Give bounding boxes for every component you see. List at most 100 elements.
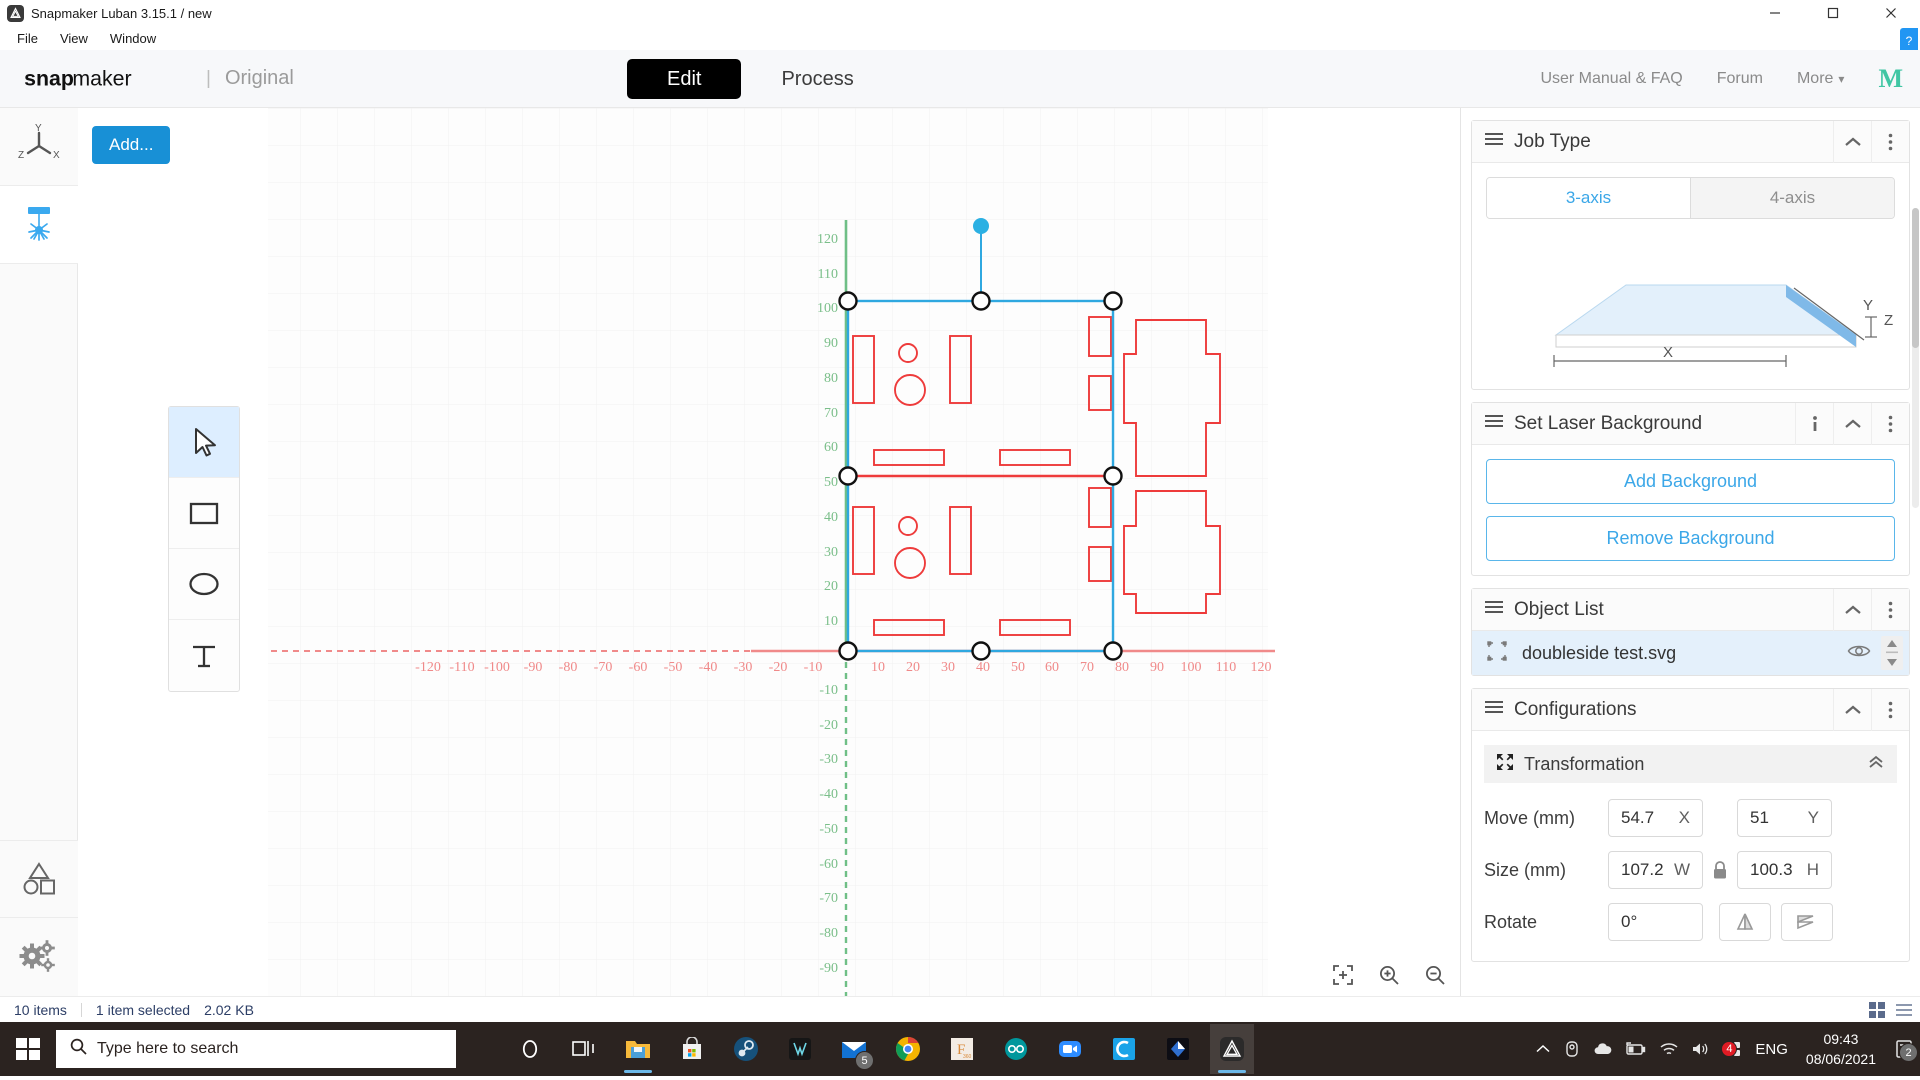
svg-text:-30: -30 xyxy=(819,752,838,767)
zoom-in-icon[interactable] xyxy=(1376,962,1402,988)
fit-to-screen-icon[interactable] xyxy=(1330,962,1356,988)
microsoft-store-icon[interactable] xyxy=(670,1024,714,1074)
size-h-input[interactable]: 100.3 H xyxy=(1737,851,1832,889)
steam-icon[interactable] xyxy=(724,1024,768,1074)
right-panel: Job Type 3-axis 4-axis Z X Y Set Laser B… xyxy=(1460,108,1920,996)
drag-handle-icon[interactable] xyxy=(1484,413,1504,434)
kebab-menu-icon[interactable] xyxy=(1871,588,1909,631)
drag-handle-icon[interactable] xyxy=(1484,699,1504,720)
link-more[interactable]: More ▾ xyxy=(1797,70,1844,88)
rotate-input[interactable]: 0° xyxy=(1608,903,1703,941)
language-indicator[interactable]: ENG xyxy=(1755,1041,1788,1058)
kebab-menu-icon[interactable] xyxy=(1871,402,1909,445)
job-type-option-3axis[interactable]: 3-axis xyxy=(1487,178,1690,218)
tab-process[interactable]: Process xyxy=(741,59,893,99)
details-view-icon[interactable] xyxy=(1868,1001,1888,1019)
panel-scrollbar[interactable] xyxy=(1912,208,1919,508)
panel-scrollbar-thumb[interactable] xyxy=(1912,208,1919,348)
drag-handle-icon[interactable] xyxy=(1484,131,1504,152)
size-w-value: 107.2 xyxy=(1621,860,1664,879)
ellipse-tool[interactable] xyxy=(169,549,239,620)
add-background-button[interactable]: Add Background xyxy=(1486,459,1895,504)
webcam-icon[interactable] xyxy=(1563,1040,1581,1058)
chevron-up-icon[interactable] xyxy=(1833,688,1871,731)
add-button[interactable]: Add... xyxy=(92,126,171,164)
drag-handle-icon[interactable] xyxy=(1484,599,1504,620)
transformation-subheader[interactable]: Transformation xyxy=(1484,745,1897,783)
tab-edit[interactable]: Edit xyxy=(627,59,742,99)
flip-horizontal-icon[interactable] xyxy=(1719,903,1771,941)
mail-icon[interactable]: 5 xyxy=(832,1024,876,1074)
lock-closed-icon[interactable] xyxy=(1703,860,1737,880)
notification-center-icon[interactable]: 2 xyxy=(1894,1039,1918,1062)
arduino-icon[interactable] xyxy=(994,1024,1038,1074)
job-type-option-4axis[interactable]: 4-axis xyxy=(1690,178,1894,218)
reorder-spinner[interactable] xyxy=(1881,636,1903,670)
cortana-icon[interactable] xyxy=(508,1024,552,1074)
windows-taskbar: Type here to search 5 F 360 4 ENG 09:43 … xyxy=(0,1022,1920,1076)
chevron-up-icon[interactable] xyxy=(1535,1043,1551,1055)
flip-vertical-icon[interactable] xyxy=(1781,903,1833,941)
battery-icon[interactable] xyxy=(1625,1041,1647,1057)
list-item[interactable]: doubleside test.svg xyxy=(1472,631,1909,675)
list-view-icon[interactable] xyxy=(1894,1001,1914,1019)
select-cursor-tool[interactable] xyxy=(169,407,239,478)
fusion360-icon[interactable]: F 360 xyxy=(940,1024,984,1074)
cura-icon[interactable] xyxy=(1102,1024,1146,1074)
kebab-menu-icon[interactable] xyxy=(1871,688,1909,731)
minimize-button[interactable] xyxy=(1746,0,1804,26)
link-forum[interactable]: Forum xyxy=(1717,70,1763,88)
chevron-up-icon[interactable] xyxy=(1833,120,1871,163)
rail-item-3d-axes[interactable]: Y Z X xyxy=(0,108,78,186)
eye-icon[interactable] xyxy=(1847,642,1871,665)
svg-text:snap: snap xyxy=(24,66,74,90)
google-chrome-icon[interactable] xyxy=(886,1024,930,1074)
rail-item-laser[interactable] xyxy=(0,186,78,264)
zoom-icon[interactable] xyxy=(1048,1024,1092,1074)
volume-icon[interactable] xyxy=(1691,1041,1711,1057)
svg-text:60: 60 xyxy=(824,440,838,455)
job-type-header: Job Type xyxy=(1472,120,1909,163)
status-size: 2.02 KB xyxy=(204,1001,254,1018)
kebab-menu-icon[interactable] xyxy=(1871,120,1909,163)
rail-item-settings[interactable] xyxy=(0,918,78,996)
design-canvas[interactable]: -120 -110 -100 -90 -80 -70 -60 -50 -40 -30 -20 -… xyxy=(78,108,1460,996)
task-view-icon[interactable] xyxy=(562,1024,606,1074)
close-button[interactable] xyxy=(1862,0,1920,26)
double-chevron-up-icon[interactable] xyxy=(1867,754,1885,775)
menu-file[interactable]: File xyxy=(8,29,47,48)
move-x-input[interactable]: 54.7 X xyxy=(1608,799,1703,837)
remove-background-button[interactable]: Remove Background xyxy=(1486,516,1895,561)
onedrive-cloud-icon[interactable] xyxy=(1593,1041,1613,1057)
search-placeholder: Type here to search xyxy=(97,1040,239,1057)
chevron-up-icon[interactable] xyxy=(1833,402,1871,445)
snapmaker-luban-icon[interactable] xyxy=(1210,1024,1254,1074)
move-y-input[interactable]: 51 Y xyxy=(1737,799,1832,837)
prusa-slicer-icon[interactable] xyxy=(1156,1024,1200,1074)
canvas-region[interactable]: Add... -120 -110 -100 -90 -80 -70 -60 -5… xyxy=(78,108,1460,996)
clock[interactable]: 09:43 08/06/2021 xyxy=(1806,1029,1876,1070)
maximize-button[interactable] xyxy=(1804,0,1862,26)
text-tool[interactable] xyxy=(169,620,239,691)
link-user-manual-faq[interactable]: User Manual & FAQ xyxy=(1540,70,1682,88)
size-w-input[interactable]: 107.2 W xyxy=(1608,851,1703,889)
file-explorer-icon[interactable] xyxy=(616,1024,660,1074)
platform-diagram: Z Y X Y xyxy=(1486,225,1895,375)
rectangle-tool[interactable] xyxy=(169,478,239,549)
wifi-icon[interactable] xyxy=(1659,1041,1679,1057)
avatar[interactable]: M xyxy=(1878,64,1903,94)
svg-text:30: 30 xyxy=(824,545,838,560)
search-input[interactable]: Type here to search xyxy=(56,1030,456,1068)
info-icon[interactable] xyxy=(1795,402,1833,445)
menu-view[interactable]: View xyxy=(51,29,97,48)
rail-item-shapes[interactable] xyxy=(0,840,78,918)
object-list-title: Object List xyxy=(1514,598,1604,620)
chevron-up-icon[interactable] xyxy=(1833,588,1871,631)
bluetooth-icon[interactable]: 4 xyxy=(1721,1040,1743,1058)
windows-start-icon[interactable] xyxy=(0,1022,56,1076)
zoom-out-icon[interactable] xyxy=(1422,962,1448,988)
svg-object-icon xyxy=(1486,640,1508,667)
shapes-icon xyxy=(16,854,62,905)
menu-window[interactable]: Window xyxy=(101,29,165,48)
predator-sense-icon[interactable] xyxy=(778,1024,822,1074)
